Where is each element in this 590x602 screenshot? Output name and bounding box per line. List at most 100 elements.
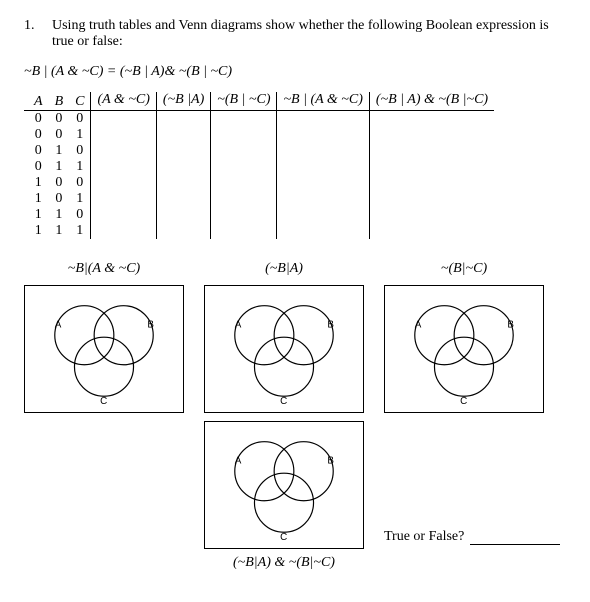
cell: [277, 207, 369, 223]
cell: 1: [69, 191, 91, 207]
cell: [369, 207, 494, 223]
venn-c-label: C: [280, 396, 287, 407]
cell: [277, 223, 369, 239]
cell: [156, 175, 210, 191]
cell: [277, 111, 369, 128]
cell: [156, 223, 210, 239]
table-row: 1 1 1: [24, 223, 494, 239]
cell: [91, 143, 156, 159]
venn-a-label: A: [235, 319, 242, 330]
cell: [156, 127, 210, 143]
venn-c-label: C: [460, 396, 467, 407]
th-c: C: [69, 92, 91, 111]
venn-col-2: (~B|A) A B C: [204, 261, 364, 413]
th-b: B: [49, 92, 70, 111]
th-col2: (~B |A): [156, 92, 210, 111]
cell: 1: [24, 223, 49, 239]
cell: [156, 159, 210, 175]
cell: [211, 159, 277, 175]
cell: [156, 111, 210, 128]
cell: [277, 159, 369, 175]
cell: [369, 223, 494, 239]
question: 1. Using truth tables and Venn diagrams …: [24, 18, 572, 50]
venn-c-label: C: [100, 396, 107, 407]
cell: 1: [69, 127, 91, 143]
cell: [369, 191, 494, 207]
cell: [156, 143, 210, 159]
cell: [91, 191, 156, 207]
table-row: 0 0 1: [24, 127, 494, 143]
cell: [156, 207, 210, 223]
cell: [91, 207, 156, 223]
true-false-prompt: True or False?: [384, 529, 560, 573]
venn-box-1: A B C: [24, 285, 184, 413]
cell: 0: [49, 175, 70, 191]
th-col3: ~(B | ~C): [211, 92, 277, 111]
table-row: 1 0 1: [24, 191, 494, 207]
cell: [211, 127, 277, 143]
cell: [369, 127, 494, 143]
cell: 0: [24, 143, 49, 159]
answer-blank[interactable]: [470, 530, 560, 545]
venn-box-4: A B C: [204, 421, 364, 549]
cell: [91, 159, 156, 175]
venn-c-label: C: [280, 532, 287, 543]
venn-label-2: (~B|A): [265, 261, 303, 279]
cell: 1: [24, 191, 49, 207]
th-col4: ~B | (A & ~C): [277, 92, 369, 111]
cell: [369, 175, 494, 191]
cell: 1: [49, 223, 70, 239]
venn-b-label: B: [327, 455, 334, 466]
cell: 0: [69, 207, 91, 223]
venn-a-label: A: [55, 319, 62, 330]
cell: [369, 159, 494, 175]
cell: 0: [49, 191, 70, 207]
venn-a-label: A: [235, 455, 242, 466]
th-a: A: [24, 92, 49, 111]
cell: [211, 111, 277, 128]
venn-b-label: B: [327, 319, 334, 330]
truth-table: A B C (A & ~C) (~B |A) ~(B | ~C) ~B | (A…: [24, 92, 494, 239]
cell: [91, 111, 156, 128]
venn-label-bottom: (~B|A) & ~(B|~C): [233, 555, 335, 573]
venn-box-3: A B C: [384, 285, 544, 413]
cell: 0: [24, 111, 49, 128]
venn-b-label: B: [147, 319, 154, 330]
cell: 0: [49, 111, 70, 128]
truth-table-header-row: A B C (A & ~C) (~B |A) ~(B | ~C) ~B | (A…: [24, 92, 494, 111]
boolean-expression: ~B | (A & ~C) = (~B | A)& ~(B | ~C): [24, 64, 572, 80]
table-row: 0 1 1: [24, 159, 494, 175]
cell: [91, 175, 156, 191]
venn-b-label: B: [507, 319, 514, 330]
cell: [369, 143, 494, 159]
cell: 1: [24, 207, 49, 223]
cell: [211, 191, 277, 207]
venn-label-1: ~B|(A & ~C): [68, 261, 140, 279]
venn-col-bottom: A B C (~B|A) & ~(B|~C): [204, 421, 364, 573]
cell: 1: [49, 207, 70, 223]
cell: [211, 223, 277, 239]
cell: 0: [69, 175, 91, 191]
venn-row-top: ~B|(A & ~C) A B C (~B|A) A B C ~(B|~C): [24, 261, 572, 413]
venn-label-3: ~(B|~C): [441, 261, 487, 279]
table-row: 1 0 0: [24, 175, 494, 191]
cell: 0: [49, 127, 70, 143]
table-row: 0 0 0: [24, 111, 494, 128]
cell: [277, 175, 369, 191]
venn-row-bottom: A B C (~B|A) & ~(B|~C) True or False?: [24, 421, 572, 573]
cell: [211, 207, 277, 223]
tf-text: True or False?: [384, 529, 464, 545]
cell: [91, 223, 156, 239]
cell: 1: [69, 159, 91, 175]
cell: [156, 191, 210, 207]
question-text: Using truth tables and Venn diagrams sho…: [52, 18, 572, 50]
cell: 1: [49, 159, 70, 175]
venn-col-3: ~(B|~C) A B C: [384, 261, 544, 413]
th-col5: (~B | A) & ~(B |~C): [369, 92, 494, 111]
cell: [277, 143, 369, 159]
cell: 0: [24, 159, 49, 175]
cell: [91, 127, 156, 143]
cell: 1: [24, 175, 49, 191]
th-col1: (A & ~C): [91, 92, 156, 111]
table-row: 0 1 0: [24, 143, 494, 159]
